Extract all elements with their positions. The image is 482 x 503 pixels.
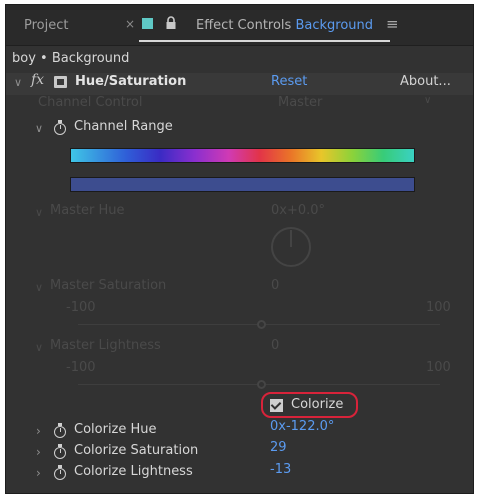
colorize-saturation-value[interactable]: 29 — [270, 440, 287, 455]
master-saturation-chevron-icon[interactable]: ∨ — [35, 281, 43, 294]
colorize-saturation-label: Colorize Saturation — [74, 443, 199, 458]
colorize-lightness-chevron-icon[interactable]: › — [36, 466, 41, 480]
channel-range-spectrum[interactable] — [70, 148, 415, 163]
colorize-hue-label: Colorize Hue — [74, 422, 157, 437]
chevron-down-icon: ∨ — [424, 95, 432, 106]
master-lightness-min: -100 — [66, 360, 96, 375]
master-hue-chevron-icon[interactable]: ∨ — [35, 206, 43, 219]
colorize-saturation-chevron-icon[interactable]: › — [36, 445, 41, 459]
tab-effect-controls-layer: Background — [295, 18, 374, 33]
colorize-lightness-label: Colorize Lightness — [74, 464, 193, 479]
active-tab-indicator — [139, 40, 390, 42]
master-saturation-slider-thumb[interactable] — [257, 320, 266, 329]
tab-effect-controls[interactable]: Effect Controls Background — [196, 18, 373, 33]
about-button[interactable]: About... — [400, 74, 451, 89]
colorize-checkbox[interactable] — [270, 399, 283, 412]
reset-button[interactable]: Reset — [271, 74, 307, 89]
stopwatch-icon[interactable] — [54, 423, 66, 438]
stopwatch-icon[interactable] — [54, 465, 66, 480]
master-lightness-chevron-icon[interactable]: ∨ — [35, 341, 43, 354]
stopwatch-icon[interactable] — [54, 120, 66, 135]
channel-control-dropdown[interactable]: Master — [278, 95, 322, 110]
tab-project[interactable]: Project — [24, 18, 68, 33]
fx-toggle-icon[interactable]: fx — [31, 72, 44, 88]
effect-controls-panel: Project × Effect Controls Background ≡ b… — [5, 4, 474, 494]
effect-badge-icon — [54, 76, 67, 88]
master-saturation-value[interactable]: 0 — [271, 278, 279, 293]
channel-range-chevron-icon[interactable]: ∨ — [35, 122, 43, 135]
colorize-label[interactable]: Colorize — [291, 397, 343, 412]
master-lightness-max: 100 — [426, 360, 451, 375]
master-hue-value[interactable]: 0x+0.0° — [271, 203, 325, 218]
master-hue-label: Master Hue — [50, 203, 125, 218]
close-icon[interactable]: × — [125, 17, 135, 31]
channel-range-label: Channel Range — [74, 119, 173, 134]
panel-tab-bar: Project × Effect Controls Background ≡ — [6, 5, 473, 46]
master-lightness-label: Master Lightness — [50, 338, 161, 353]
effect-chevron-icon[interactable]: ∨ — [14, 76, 22, 89]
label-color-swatch[interactable] — [142, 18, 153, 29]
master-lightness-value[interactable]: 0 — [271, 338, 279, 353]
colorize-hue-chevron-icon[interactable]: › — [36, 424, 41, 438]
panel-menu-icon[interactable]: ≡ — [386, 15, 399, 33]
effect-name: Hue/Saturation — [75, 74, 187, 89]
colorize-lightness-value[interactable]: -13 — [270, 462, 291, 477]
master-saturation-min: -100 — [66, 300, 96, 315]
stopwatch-icon[interactable] — [54, 444, 66, 459]
colorize-hue-value[interactable]: 0x-122.0° — [270, 419, 334, 434]
master-saturation-max: 100 — [426, 300, 451, 315]
master-saturation-label: Master Saturation — [50, 278, 167, 293]
channel-range-output-bar — [70, 177, 415, 192]
lock-icon[interactable] — [165, 16, 177, 34]
comp-layer-path: boy • Background — [12, 51, 130, 66]
channel-control-label: Channel Control — [38, 95, 143, 110]
master-hue-dial[interactable] — [271, 227, 311, 267]
tab-effect-controls-prefix: Effect Controls — [196, 18, 292, 33]
master-lightness-slider-thumb[interactable] — [257, 380, 266, 389]
